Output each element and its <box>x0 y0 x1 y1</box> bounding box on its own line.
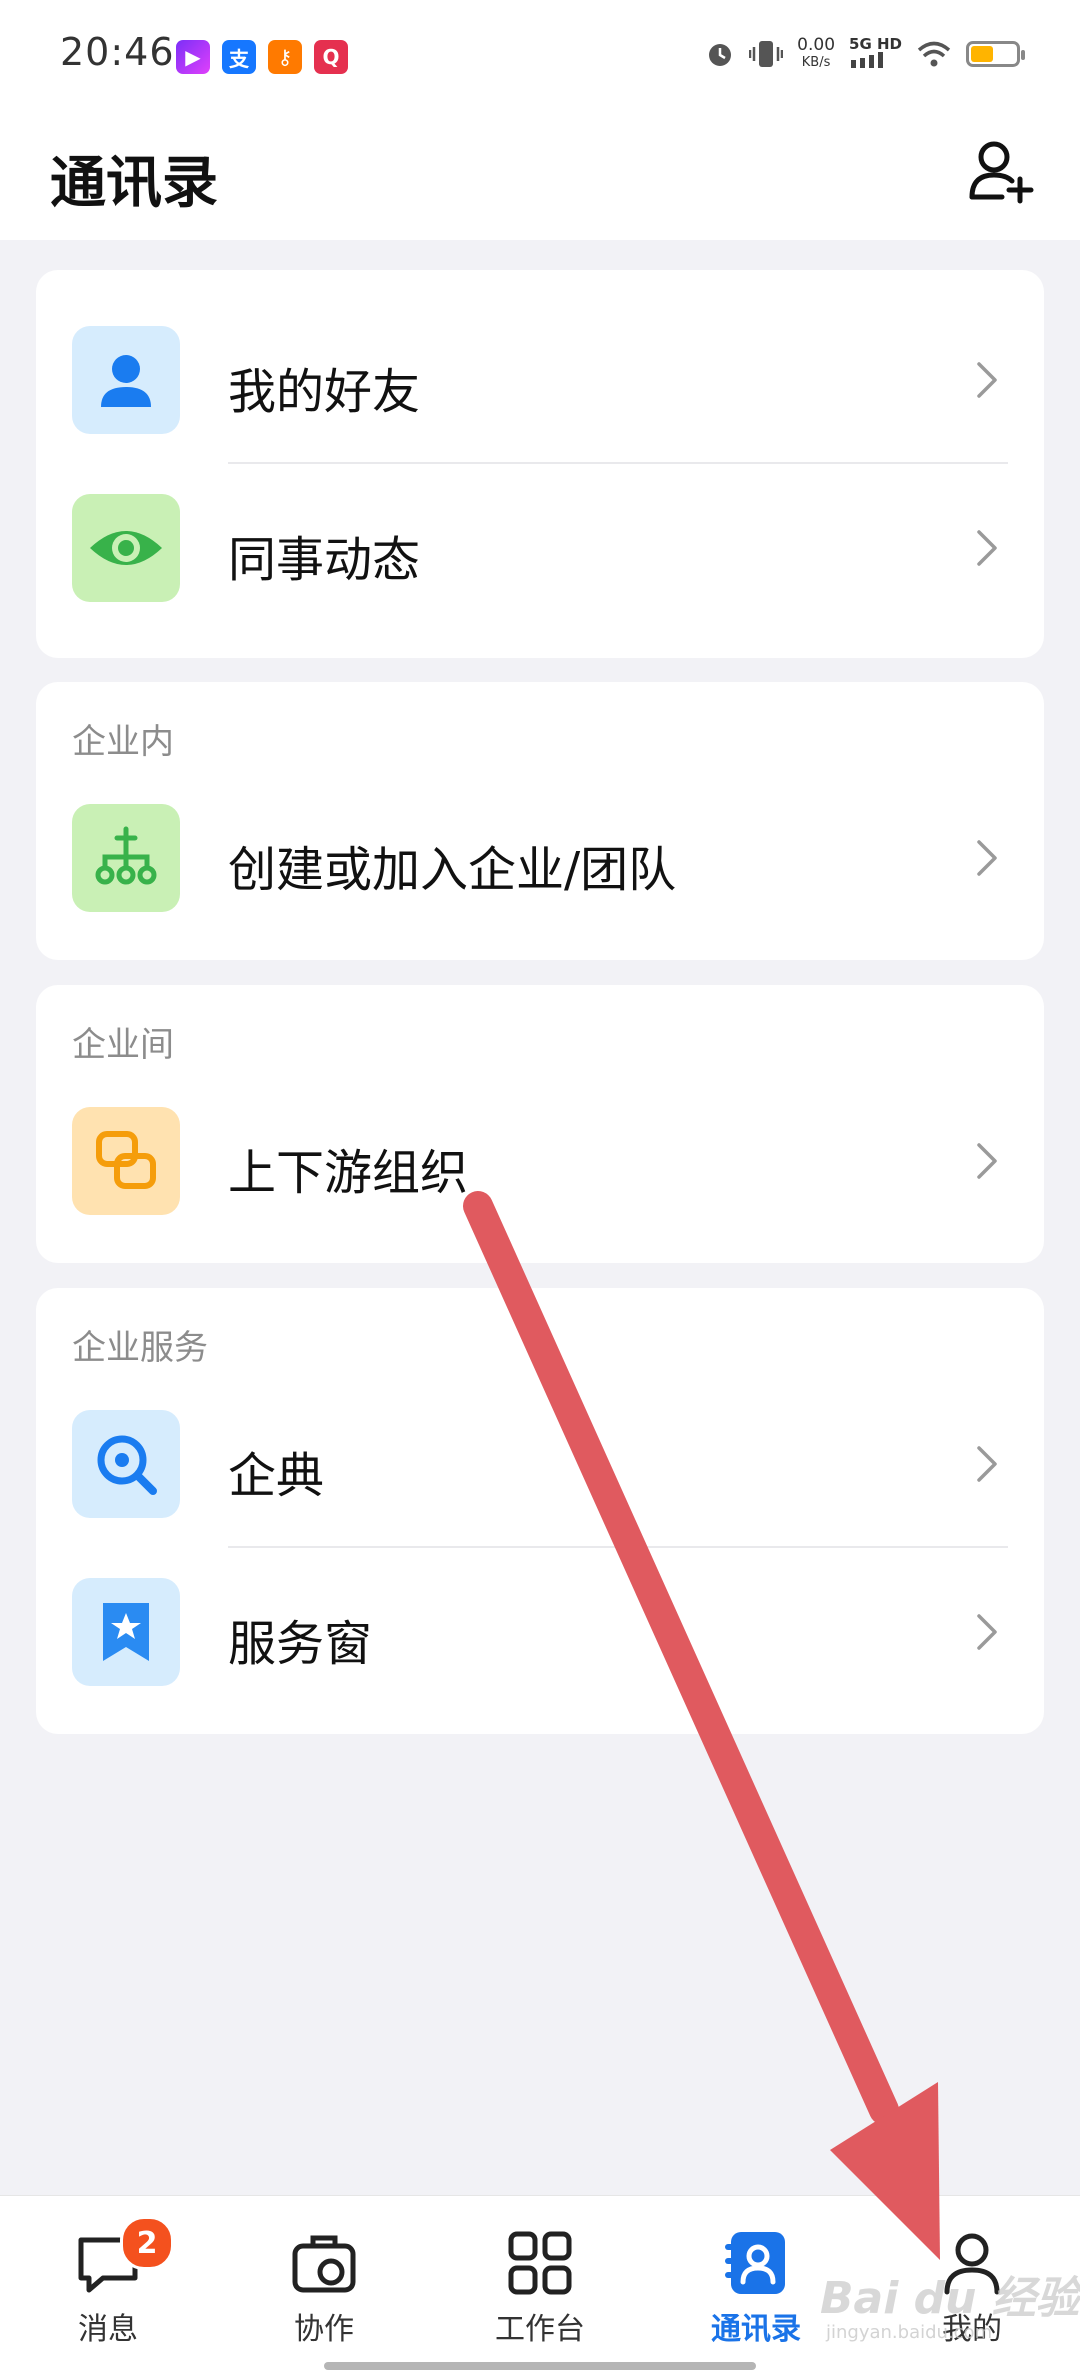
nav-label: 协作 <box>294 2312 354 2347</box>
signal-icon <box>851 52 884 68</box>
wifi-icon <box>917 41 951 67</box>
grid-icon <box>508 2231 572 2295</box>
row-label: 服务窗 <box>228 1616 373 1672</box>
link-icon <box>72 1107 180 1215</box>
network-speed: 0.00 KB/s <box>797 36 835 72</box>
nav-workbench[interactable]: 工作台 <box>432 2196 648 2356</box>
row-upstream-downstream[interactable]: 上下游组织 <box>36 1077 1044 1245</box>
chevron-right-icon <box>977 840 997 876</box>
battery-icon <box>966 41 1025 67</box>
nav-label: 消息 <box>78 2312 138 2347</box>
chevron-right-icon <box>977 1143 997 1179</box>
page-title: 通讯录 <box>50 151 218 216</box>
alarm-icon <box>709 44 732 66</box>
status-bar: 20:46 ▶ 支 ⚷ Q 0.00 KB/s 5G HD <box>0 0 1080 110</box>
nav-messages[interactable]: 2 消息 <box>0 2196 216 2356</box>
row-my-friends[interactable]: 我的好友 <box>36 296 1044 464</box>
row-colleague-feed[interactable]: 同事动态 <box>36 464 1044 632</box>
internal-card: 企业内 创建或加入企业/团队 <box>36 682 1044 960</box>
org-tree-icon <box>72 804 180 912</box>
row-label: 我的好友 <box>228 364 421 420</box>
search-app-icon: Q <box>314 40 348 74</box>
speed-value: 0.00 <box>797 35 836 55</box>
add-contact-icon[interactable] <box>966 135 1036 205</box>
section-title: 企业服务 <box>72 1328 208 1368</box>
services-card: 企业服务 企典 服务窗 <box>36 1288 1044 1734</box>
contacts-icon <box>725 2232 785 2294</box>
home-indicator[interactable] <box>324 2362 756 2370</box>
briefcase-icon <box>292 2235 356 2293</box>
status-app-icons: ▶ 支 ⚷ Q <box>176 40 348 74</box>
vibrate-icon <box>749 41 784 67</box>
row-label: 同事动态 <box>228 532 421 588</box>
row-label: 企典 <box>228 1448 325 1504</box>
inter-card: 企业间 上下游组织 <box>36 985 1044 1263</box>
person-icon <box>72 326 180 434</box>
search-icon <box>72 1410 180 1518</box>
eye-icon <box>72 494 180 602</box>
network-type: 5G HD <box>849 35 902 53</box>
section-title: 企业间 <box>72 1025 174 1065</box>
row-service-window[interactable]: 服务窗 <box>36 1548 1044 1716</box>
row-create-join-org[interactable]: 创建或加入企业/团队 <box>36 774 1044 942</box>
video-app-icon: ▶ <box>176 40 210 74</box>
status-time: 20:46 <box>60 30 175 74</box>
chevron-right-icon <box>977 1614 997 1650</box>
key-app-icon: ⚷ <box>268 40 302 74</box>
friends-card: 我的好友 同事动态 <box>36 270 1044 658</box>
unread-badge: 2 <box>120 2216 174 2270</box>
status-indicators: 0.00 KB/s 5G HD <box>705 36 1025 72</box>
speed-unit: KB/s <box>801 55 831 70</box>
nav-label: 工作台 <box>495 2312 585 2347</box>
baidu-watermark: Bai du 经验 <box>820 2273 1080 2324</box>
chevron-right-icon <box>977 362 997 398</box>
signal-group: 5G HD <box>849 36 902 72</box>
page-header: 通讯录 <box>0 110 1080 240</box>
section-title: 企业内 <box>72 722 174 762</box>
baidu-watermark-url: jingyan.baidu.com <box>826 2322 993 2343</box>
row-label: 上下游组织 <box>228 1145 469 1201</box>
chevron-right-icon <box>977 1446 997 1482</box>
battery-level <box>971 46 994 62</box>
alipay-app-icon: 支 <box>222 40 256 74</box>
chevron-right-icon <box>977 530 997 566</box>
row-label: 创建或加入企业/团队 <box>228 842 677 898</box>
bookmark-star-icon <box>72 1578 180 1686</box>
row-qidian[interactable]: 企典 <box>36 1380 1044 1548</box>
nav-collaboration[interactable]: 协作 <box>216 2196 432 2356</box>
